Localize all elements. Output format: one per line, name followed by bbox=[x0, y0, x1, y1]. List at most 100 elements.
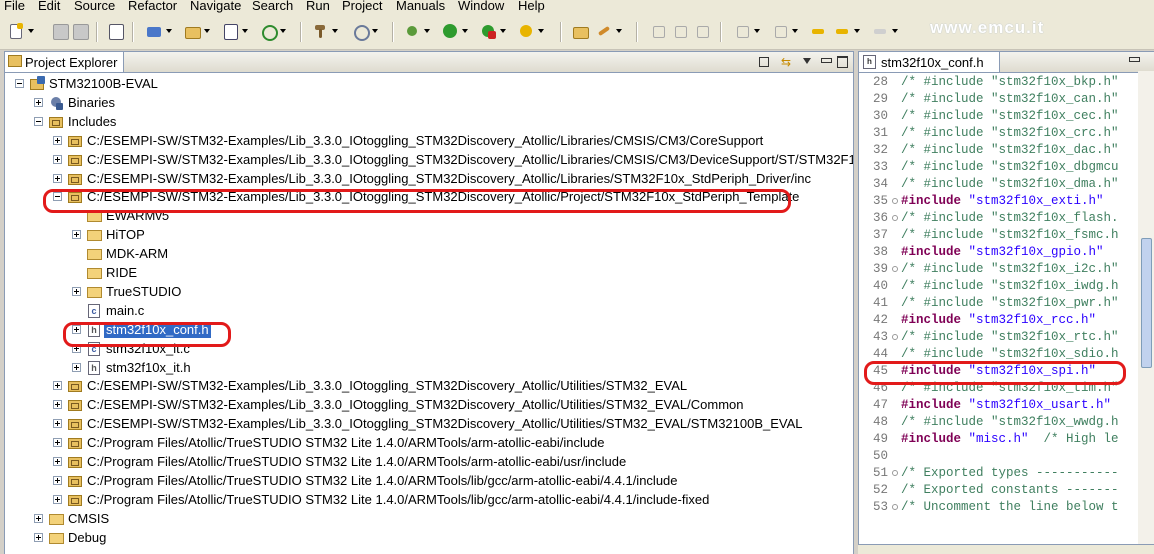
menu-source[interactable]: Source bbox=[74, 0, 115, 13]
folder-icon bbox=[86, 246, 102, 262]
comment: /* #include "stm32f10x_fsmc.h bbox=[901, 228, 1119, 242]
fold-marker-icon[interactable] bbox=[892, 334, 898, 340]
include-directive: #include "stm32f10x_usart.h" bbox=[901, 397, 1111, 414]
code-line: 36/* #include "stm32f10x_flash. bbox=[859, 210, 1139, 227]
expand-icon[interactable] bbox=[53, 457, 62, 466]
menu-window[interactable]: Window bbox=[458, 0, 504, 13]
collapse-icon[interactable] bbox=[34, 117, 43, 126]
menu-navigate[interactable]: Navigate bbox=[190, 0, 241, 13]
new-icon[interactable] bbox=[8, 23, 24, 39]
tree-item-label: C:/ESEMPI-SW/STM32-Examples/Lib_3.3.0_IO… bbox=[87, 133, 764, 148]
include-directive: #include "stm32f10x_exti.h" bbox=[901, 193, 1104, 210]
tree-item-label: Debug bbox=[68, 530, 107, 545]
prev-annotation-icon[interactable] bbox=[772, 23, 788, 39]
project-explorer-panel: Project Explorer ⇆ STM32100B-EVAL Binarie… bbox=[4, 51, 854, 554]
menu-search[interactable]: Search bbox=[252, 0, 293, 13]
editor-tab-stm32f10x-conf[interactable]: h stm32f10x_conf.h bbox=[859, 52, 1000, 72]
folder-icon bbox=[86, 227, 102, 243]
comment: /* Exported constants ------- bbox=[901, 483, 1119, 497]
next-annotation-icon[interactable] bbox=[734, 23, 750, 39]
menu-file[interactable]: File bbox=[4, 0, 25, 13]
include-folder-icon bbox=[67, 378, 83, 394]
include-folder-icon bbox=[67, 152, 83, 168]
hammer-build-icon[interactable] bbox=[312, 23, 328, 39]
expand-icon[interactable] bbox=[34, 514, 43, 523]
expand-icon[interactable] bbox=[72, 230, 81, 239]
line-number: 31 bbox=[873, 126, 889, 140]
save-all-icon[interactable] bbox=[72, 23, 89, 40]
tree-item-label: C:/Program Files/Atollic/TrueSTUDIO STM3… bbox=[87, 473, 678, 488]
expand-icon[interactable] bbox=[53, 136, 62, 145]
refresh-icon[interactable] bbox=[260, 23, 278, 41]
external-tools-icon[interactable] bbox=[480, 23, 496, 39]
code-line: 30 /* #include "stm32f10x_cec.h" bbox=[859, 108, 1139, 125]
expand-icon[interactable] bbox=[34, 98, 43, 107]
fold-marker-icon[interactable] bbox=[892, 266, 898, 272]
menu-project[interactable]: Project bbox=[342, 0, 382, 13]
expand-icon[interactable] bbox=[53, 419, 62, 428]
back-icon[interactable] bbox=[834, 23, 850, 39]
expand-icon[interactable] bbox=[72, 287, 81, 296]
comment: /* #include "stm32f10x_i2c.h" bbox=[901, 262, 1119, 276]
new-folder-icon[interactable] bbox=[184, 23, 201, 39]
new-class-icon[interactable] bbox=[222, 23, 238, 40]
folder-icon bbox=[48, 511, 64, 527]
save-icon[interactable] bbox=[52, 23, 69, 40]
collapse-icon[interactable] bbox=[15, 79, 24, 88]
toggle-mark-icon[interactable] bbox=[650, 23, 666, 39]
fold-marker-icon[interactable] bbox=[892, 198, 898, 204]
tree-item-label: TrueSTUDIO bbox=[106, 284, 182, 299]
open-type-icon[interactable] bbox=[572, 23, 589, 39]
show-whitespace-icon[interactable] bbox=[694, 23, 710, 39]
code-line: 52 /* Exported constants ------- bbox=[859, 482, 1139, 499]
collapse-all-icon[interactable] bbox=[759, 57, 769, 67]
new-project-icon[interactable] bbox=[146, 23, 162, 39]
expand-icon[interactable] bbox=[53, 155, 62, 164]
menu-edit[interactable]: Edit bbox=[38, 0, 60, 13]
comment: /* #include "stm32f10x_bkp.h" bbox=[901, 75, 1119, 89]
fold-marker-icon[interactable] bbox=[892, 504, 898, 510]
run-icon[interactable] bbox=[442, 23, 458, 39]
open-task-icon[interactable] bbox=[596, 23, 612, 39]
debug-icon[interactable] bbox=[404, 23, 420, 39]
menu-help[interactable]: Help bbox=[518, 0, 545, 13]
code-line: 29 /* #include "stm32f10x_can.h" bbox=[859, 91, 1139, 108]
comment: /* #include "stm32f10x_can.h" bbox=[901, 92, 1119, 106]
target-icon[interactable] bbox=[352, 23, 370, 41]
minimize-icon[interactable] bbox=[821, 58, 832, 63]
comment: /* #include "stm32f10x_rtc.h" bbox=[901, 330, 1119, 344]
include-directive: #include "stm32f10x_gpio.h" bbox=[901, 244, 1104, 261]
expand-icon[interactable] bbox=[53, 400, 62, 409]
build-binary-icon[interactable] bbox=[108, 23, 124, 40]
menu-manuals[interactable]: Manuals bbox=[396, 0, 445, 13]
comment: /* #include "stm32f10x_iwdg.h bbox=[901, 279, 1119, 293]
block-select-icon[interactable] bbox=[672, 23, 688, 39]
line-number: 33 bbox=[873, 160, 889, 174]
code-line: 48 /* #include "stm32f10x_wwdg.h bbox=[859, 414, 1139, 431]
expand-icon[interactable] bbox=[53, 381, 62, 390]
expand-icon[interactable] bbox=[53, 174, 62, 183]
project-explorer-tab[interactable]: Project Explorer bbox=[5, 52, 124, 72]
expand-icon[interactable] bbox=[53, 495, 62, 504]
tools-gear-icon[interactable] bbox=[518, 23, 534, 39]
expand-icon[interactable] bbox=[72, 363, 81, 372]
expand-icon[interactable] bbox=[53, 438, 62, 447]
link-editor-icon[interactable]: ⇆ bbox=[781, 56, 793, 68]
maximize-icon[interactable] bbox=[837, 56, 848, 68]
last-edit-icon[interactable] bbox=[810, 23, 826, 39]
expand-icon[interactable] bbox=[34, 533, 43, 542]
editor-scrollbar-thumb[interactable] bbox=[1141, 238, 1152, 368]
menu-bar: File Edit Source Refactor Navigate Search Run P… bbox=[0, 0, 1154, 15]
forward-icon[interactable] bbox=[872, 23, 888, 39]
fold-marker-icon[interactable] bbox=[892, 470, 898, 476]
menu-refactor[interactable]: Refactor bbox=[128, 0, 177, 13]
editor-minimize-icon[interactable] bbox=[1129, 57, 1140, 62]
comment: /* #include "stm32f10x_wwdg.h bbox=[901, 415, 1119, 429]
menu-run[interactable]: Run bbox=[306, 0, 330, 13]
expand-icon[interactable] bbox=[53, 476, 62, 485]
code-area[interactable]: 28 /* #include "stm32f10x_bkp.h" 29 /* #inc… bbox=[859, 73, 1139, 554]
comment: /* Uncomment the line below t bbox=[901, 500, 1119, 514]
line-number: 41 bbox=[873, 296, 889, 310]
fold-marker-icon[interactable] bbox=[892, 215, 898, 221]
view-menu-icon[interactable] bbox=[803, 58, 811, 64]
